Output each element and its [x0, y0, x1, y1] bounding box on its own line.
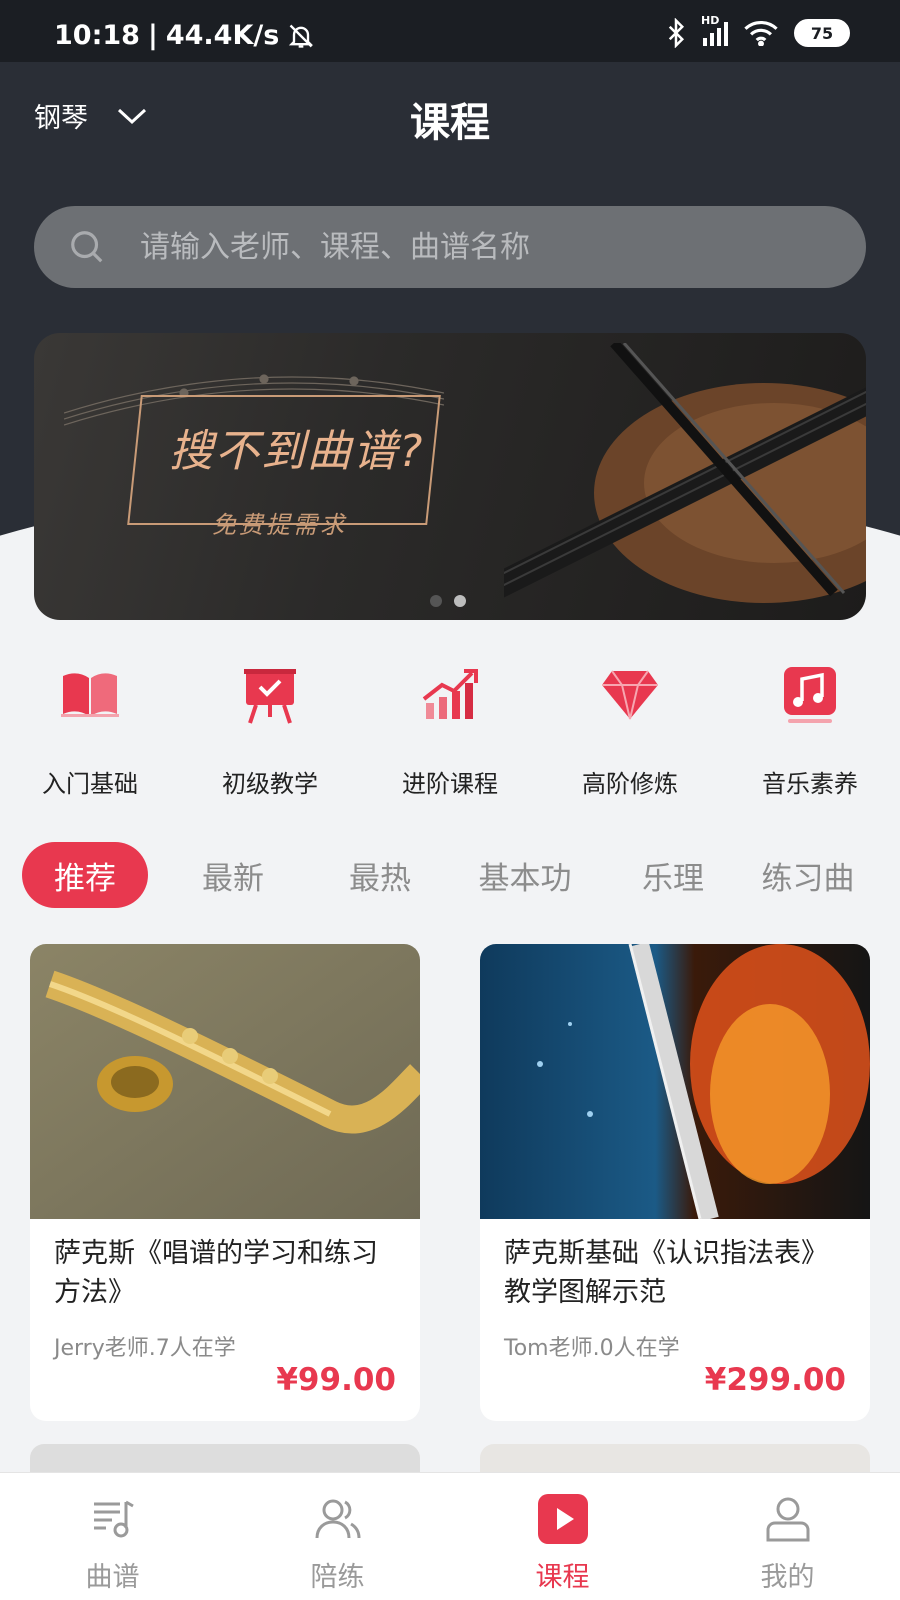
- course-price: ¥299.00: [704, 1362, 846, 1398]
- banner-pagination: [430, 595, 466, 607]
- category-expert[interactable]: 高阶修炼: [540, 660, 720, 810]
- saxophone-image: [30, 944, 420, 1219]
- category-label: 初级教学: [222, 770, 318, 798]
- category-row: 入门基础 初级教学 进阶课程 高阶修炼 音乐素养: [0, 660, 900, 810]
- course-card[interactable]: 萨克斯《唱谱的学习和练习方法》 Jerry老师.7人在学 ¥99.00: [30, 944, 420, 1421]
- user-icon: [760, 1491, 816, 1547]
- course-meta: Jerry老师.7人在学: [54, 1336, 236, 1361]
- category-music-literacy[interactable]: 音乐素养: [720, 660, 900, 810]
- course-meta: Tom老师.0人在学: [504, 1336, 680, 1361]
- category-label: 高阶修炼: [582, 770, 678, 798]
- tab-hottest[interactable]: 最热: [318, 842, 442, 908]
- search-icon: [71, 231, 103, 263]
- course-price: ¥99.00: [276, 1362, 396, 1398]
- tab-etudes[interactable]: 练习曲: [738, 842, 878, 908]
- nav-label: 课程: [535, 1562, 590, 1593]
- book-icon: [55, 660, 125, 730]
- course-title: 萨克斯《唱谱的学习和练习方法》: [54, 1238, 378, 1308]
- nav-scores[interactable]: 曲谱: [0, 1473, 225, 1600]
- course-tabs: 推荐 最新 最热 基本功 乐理 练习曲: [22, 842, 878, 908]
- status-right: HD 75: [665, 14, 850, 48]
- nav-profile[interactable]: 我的: [675, 1473, 900, 1600]
- status-left: 10:18 | 44.4K/s: [54, 20, 315, 51]
- music-note-icon: [775, 660, 845, 730]
- category-beginner[interactable]: 初级教学: [180, 660, 360, 810]
- tab-music-theory[interactable]: 乐理: [608, 842, 738, 908]
- banner-subtitle: 免费提需求: [212, 511, 347, 539]
- status-time: 10:18: [54, 20, 140, 51]
- status-separator: |: [147, 20, 158, 51]
- flute-fire-water-image: [480, 944, 870, 1222]
- nav-label: 曲谱: [85, 1562, 140, 1593]
- banner-divider: [134, 523, 194, 525]
- bell-off-icon: [289, 24, 314, 48]
- wifi-icon: [744, 21, 778, 46]
- nav-label: 我的: [760, 1562, 815, 1593]
- category-label: 音乐素养: [762, 770, 858, 798]
- top-nav: 钢琴 课程: [0, 62, 900, 174]
- status-speed: 44.4K/s: [165, 20, 280, 51]
- bluetooth-icon: [668, 18, 685, 48]
- banner-title: 搜不到曲谱?: [169, 426, 425, 477]
- course-title: 萨克斯基础《认识指法表》教学图解示范: [504, 1238, 828, 1308]
- course-card[interactable]: 萨克斯基础《认识指法表》教学图解示范 Tom老师.0人在学 ¥299.00: [480, 944, 870, 1421]
- category-label: 进阶课程: [402, 770, 498, 798]
- signal-icon: HD: [701, 14, 728, 46]
- violin-image: [504, 343, 866, 603]
- tab-recommended[interactable]: 推荐: [22, 842, 148, 908]
- score-icon: [85, 1491, 141, 1547]
- users-icon: [310, 1491, 366, 1547]
- promo-banner[interactable]: 搜不到曲谱? 免费提需求: [34, 333, 866, 620]
- search-bar[interactable]: [34, 206, 866, 288]
- banner-dot[interactable]: [430, 595, 442, 607]
- network-type-label: HD: [701, 14, 720, 27]
- category-label: 入门基础: [42, 770, 138, 798]
- category-advanced[interactable]: 进阶课程: [360, 660, 540, 810]
- tab-fundamentals[interactable]: 基本功: [442, 842, 608, 908]
- diamond-icon: [595, 660, 665, 730]
- battery-indicator: 75: [794, 19, 850, 47]
- bottom-nav: 曲谱 陪练 课程 我的: [0, 1472, 900, 1600]
- tab-latest[interactable]: 最新: [148, 842, 318, 908]
- nav-label: 陪练: [310, 1562, 365, 1593]
- nav-practice[interactable]: 陪练: [225, 1473, 450, 1600]
- nav-courses[interactable]: 课程: [450, 1473, 675, 1600]
- search-input[interactable]: [140, 229, 780, 265]
- play-icon: [535, 1491, 591, 1547]
- status-bar: 10:18 | 44.4K/s HD 75: [0, 0, 900, 62]
- easel-icon: [235, 660, 305, 730]
- banner-dot[interactable]: [454, 595, 466, 607]
- category-intro[interactable]: 入门基础: [0, 660, 180, 810]
- page-title: 课程: [410, 100, 490, 146]
- bar-chart-icon: [415, 660, 485, 730]
